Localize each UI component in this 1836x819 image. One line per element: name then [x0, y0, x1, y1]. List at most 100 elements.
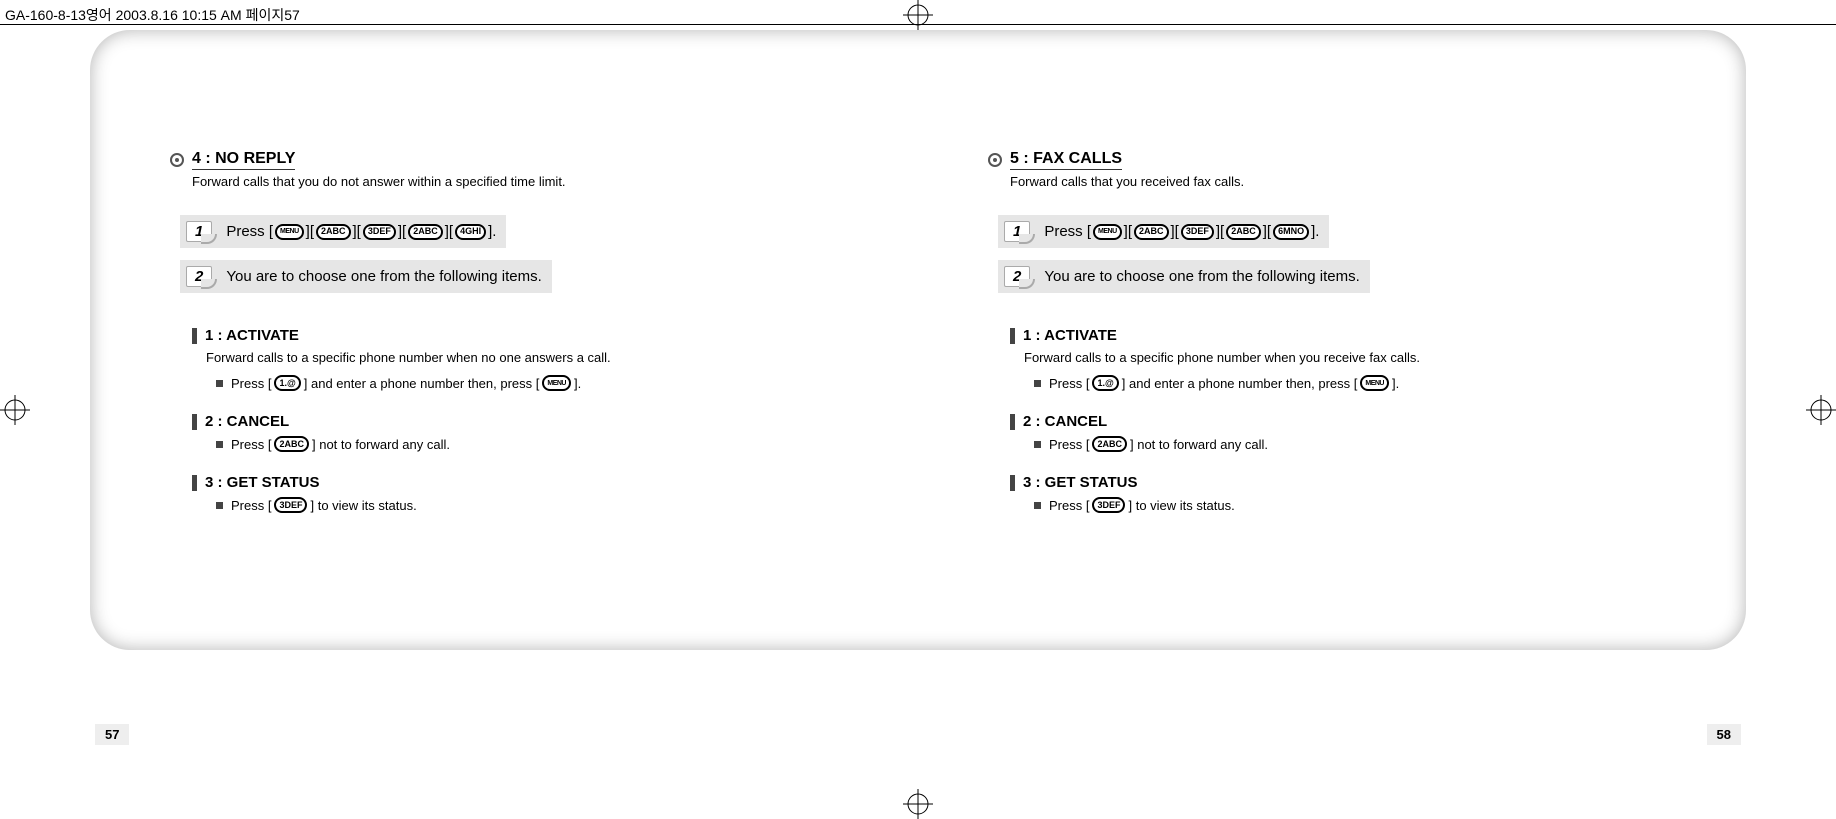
step-number: 1: [1004, 221, 1030, 242]
action-pre: Press [: [1049, 498, 1089, 513]
step-number: 2: [1004, 266, 1030, 287]
action-pre: Press [: [1049, 437, 1089, 452]
registration-mark-right: [1806, 395, 1836, 425]
step-text: You are to choose one from the following…: [226, 268, 541, 285]
page-spread: 4 : NO REPLY Forward calls that you do n…: [90, 30, 1746, 650]
action-post: ].: [574, 376, 581, 391]
action-text: Press [ 1.@ ] and enter a phone number t…: [231, 375, 581, 391]
square-bullet-icon: [1034, 380, 1041, 387]
action-row: Press [ 2ABC ] not to forward any call.: [1034, 436, 1706, 452]
sub-heading: 1 : ACTIVATE: [205, 327, 299, 344]
action-mid: ] not to forward any call.: [312, 437, 450, 452]
step-number: 2: [186, 266, 212, 287]
key-6-icon: 6MNO: [1273, 224, 1309, 240]
action-mid: ] and enter a phone number then, press [: [1122, 376, 1358, 391]
step-text: Press [ MENU][ 2ABC][ 3DEF][ 2ABC][ 6MNO…: [1044, 223, 1319, 240]
bracket-sep: ][: [1171, 223, 1179, 240]
action-row: Press [ 3DEF ] to view its status.: [216, 497, 888, 513]
action-text: Press [ 2ABC ] not to forward any call.: [1049, 436, 1268, 452]
sub-heading: 1 : ACTIVATE: [1023, 327, 1117, 344]
section-description: Forward calls that you do not answer wit…: [192, 174, 888, 189]
square-bullet-icon: [1034, 502, 1041, 509]
step-prefix: Press [: [1044, 223, 1091, 240]
action-mid: ] to view its status.: [1128, 498, 1234, 513]
key-1-icon: 1.@: [274, 375, 300, 391]
page-number-left: 57: [95, 724, 129, 745]
square-bullet-icon: [216, 502, 223, 509]
step-2: 2 You are to choose one from the followi…: [180, 260, 552, 293]
sub-heading-row: 3 : GET STATUS: [192, 474, 888, 491]
registration-mark-left: [0, 395, 30, 425]
bar-bullet-icon: [192, 328, 197, 344]
registration-mark-top: [903, 0, 933, 30]
action-text: Press [ 2ABC ] not to forward any call.: [231, 436, 450, 452]
key-menu-icon: MENU: [542, 375, 571, 391]
action-row: Press [ 1.@ ] and enter a phone number t…: [216, 375, 888, 391]
sub-heading: 3 : GET STATUS: [205, 474, 319, 491]
sub-description: Forward calls to a specific phone number…: [1024, 350, 1706, 365]
key-menu-icon: MENU: [275, 224, 304, 240]
key-1-icon: 1.@: [1092, 375, 1118, 391]
page-right: 5 : FAX CALLS Forward calls that you rec…: [928, 30, 1746, 650]
key-3-icon: 3DEF: [1181, 224, 1214, 240]
sub-description: Forward calls to a specific phone number…: [206, 350, 888, 365]
key-2b-icon: 2ABC: [408, 224, 443, 240]
action-text: Press [ 3DEF ] to view its status.: [231, 497, 417, 513]
action-row: Press [ 3DEF ] to view its status.: [1034, 497, 1706, 513]
step-2: 2 You are to choose one from the followi…: [998, 260, 1370, 293]
key-2b-icon: 2ABC: [1226, 224, 1261, 240]
bar-bullet-icon: [192, 475, 197, 491]
action-mid: ] to view its status.: [310, 498, 416, 513]
sub-heading-row: 3 : GET STATUS: [1010, 474, 1706, 491]
action-post: ].: [1392, 376, 1399, 391]
key-menu-icon: MENU: [1093, 224, 1122, 240]
key-4-icon: 4GHI: [455, 224, 486, 240]
key-2-icon: 2ABC: [274, 436, 309, 452]
action-text: Press [ 1.@ ] and enter a phone number t…: [1049, 375, 1399, 391]
registration-mark-bottom: [903, 789, 933, 819]
sub-heading-row: 2 : CANCEL: [1010, 413, 1706, 430]
key-2-icon: 2ABC: [1134, 224, 1169, 240]
action-pre: Press [: [1049, 376, 1089, 391]
step-1: 1 Press [ MENU][ 2ABC][ 3DEF][ 2ABC][ 4G…: [180, 215, 506, 248]
step-suffix: ].: [488, 223, 496, 240]
page-number-right: 58: [1707, 724, 1741, 745]
key-3-icon: 3DEF: [274, 497, 307, 513]
key-2-icon: 2ABC: [316, 224, 351, 240]
step-text: Press [ MENU][ 2ABC][ 3DEF][ 2ABC][ 4GHI…: [226, 223, 496, 240]
sub-heading: 2 : CANCEL: [1023, 413, 1107, 430]
section-header-row: 5 : FAX CALLS: [988, 150, 1706, 170]
key-2-icon: 2ABC: [1092, 436, 1127, 452]
action-text: Press [ 3DEF ] to view its status.: [1049, 497, 1235, 513]
bracket-sep: ][: [353, 223, 361, 240]
square-bullet-icon: [1034, 441, 1041, 448]
action-pre: Press [: [231, 437, 271, 452]
key-menu-icon: MENU: [1360, 375, 1389, 391]
step-number: 1: [186, 221, 212, 242]
bracket-sep: ][: [1124, 223, 1132, 240]
action-row: Press [ 1.@ ] and enter a phone number t…: [1034, 375, 1706, 391]
sub-heading-row: 1 : ACTIVATE: [1010, 327, 1706, 344]
square-bullet-icon: [216, 441, 223, 448]
action-row: Press [ 2ABC ] not to forward any call.: [216, 436, 888, 452]
step-prefix: Press [: [226, 223, 273, 240]
bracket-sep: ][: [398, 223, 406, 240]
bar-bullet-icon: [1010, 414, 1015, 430]
section-description: Forward calls that you received fax call…: [1010, 174, 1706, 189]
bracket-sep: ][: [445, 223, 453, 240]
bracket-sep: ][: [1216, 223, 1224, 240]
bracket-sep: ][: [306, 223, 314, 240]
section-title: 4 : NO REPLY: [192, 150, 295, 170]
page-left: 4 : NO REPLY Forward calls that you do n…: [90, 30, 928, 650]
section-title: 5 : FAX CALLS: [1010, 150, 1122, 170]
step-text: You are to choose one from the following…: [1044, 268, 1359, 285]
bar-bullet-icon: [1010, 328, 1015, 344]
section-header-row: 4 : NO REPLY: [170, 150, 888, 170]
circle-bullet-icon: [170, 153, 184, 167]
sub-heading-row: 1 : ACTIVATE: [192, 327, 888, 344]
key-3-icon: 3DEF: [363, 224, 396, 240]
circle-bullet-icon: [988, 153, 1002, 167]
action-pre: Press [: [231, 376, 271, 391]
step-1: 1 Press [ MENU][ 2ABC][ 3DEF][ 2ABC][ 6M…: [998, 215, 1329, 248]
bracket-sep: ][: [1263, 223, 1271, 240]
